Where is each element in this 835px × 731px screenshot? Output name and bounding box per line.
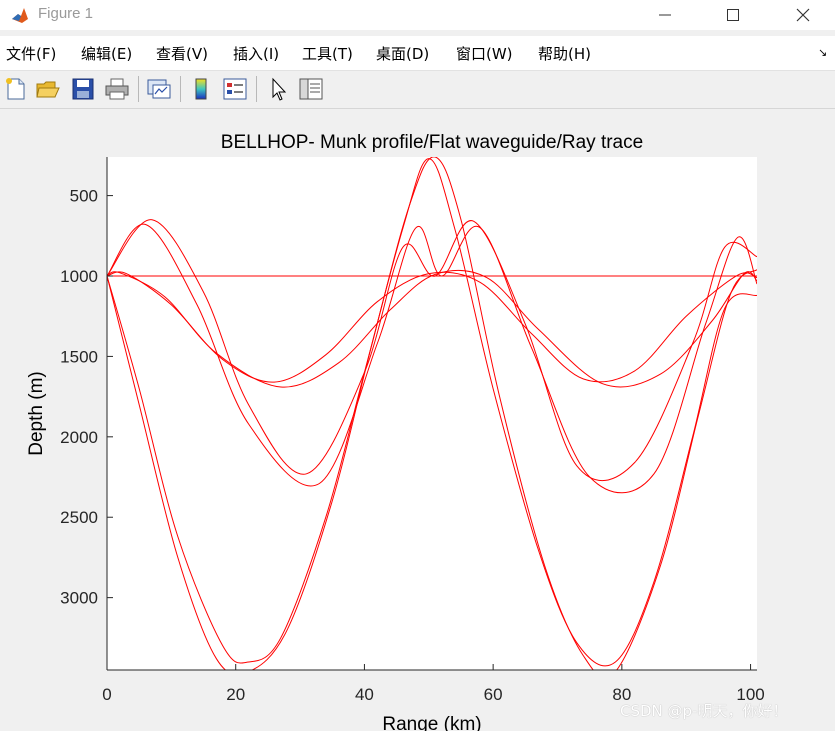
x-axis-label: Range (km) (382, 714, 481, 731)
maximize-button[interactable] (710, 0, 756, 30)
pointer-icon[interactable] (265, 76, 291, 102)
close-icon (796, 8, 810, 22)
menu-edit[interactable]: 编辑(E) (81, 43, 132, 64)
legend-icon[interactable] (222, 76, 248, 102)
link-plot-icon[interactable] (146, 76, 172, 102)
toolbar-separator (138, 76, 139, 102)
colorbar-icon[interactable] (188, 76, 214, 102)
menu-help[interactable]: 帮助(H) (538, 43, 591, 64)
menu-view[interactable]: 查看(V) (156, 43, 208, 64)
menu-desktop[interactable]: 桌面(D) (376, 43, 429, 64)
y-axis-label: Depth (m) (26, 371, 47, 455)
y-tick-label: 2000 (60, 428, 98, 447)
toolbar-separator (256, 76, 257, 102)
y-tick-label: 1500 (60, 347, 98, 366)
x-tick-label: 0 (102, 685, 111, 704)
property-inspector-icon[interactable] (298, 76, 324, 102)
minimize-icon (659, 14, 671, 16)
x-tick-label: 20 (226, 685, 245, 704)
window-title: Figure 1 (38, 5, 94, 22)
x-tick-label: 60 (484, 685, 503, 704)
menu-insert[interactable]: 插入(I) (233, 43, 279, 64)
close-button[interactable] (780, 0, 826, 30)
axes-background (107, 157, 757, 670)
toolbar-separator (180, 76, 181, 102)
x-tick-label: 40 (355, 685, 374, 704)
y-tick-label: 3000 (60, 589, 98, 608)
chart-title: BELLHOP- Munk profile/Flat waveguide/Ray… (221, 132, 643, 153)
open-file-icon[interactable] (35, 76, 61, 102)
menu-tools[interactable]: 工具(T) (302, 43, 353, 64)
y-tick-label: 2500 (60, 508, 98, 527)
y-tick-label: 1000 (60, 267, 98, 286)
ray-trace-plot[interactable]: 0 20 40 60 80 10050010001500200025003000 BELL… (0, 109, 835, 731)
maximize-icon (727, 9, 739, 21)
menu-window[interactable]: 窗口(W) (456, 43, 513, 64)
figure-toolbar (0, 71, 835, 109)
save-icon[interactable] (70, 76, 96, 102)
print-icon[interactable] (104, 76, 130, 102)
menu-bar: 文件(F) 编辑(E) 查看(V) 插入(I) 工具(T) 桌面(D) 窗口(W… (0, 36, 835, 71)
window-titlebar: Figure 1 (0, 0, 835, 30)
new-figure-icon[interactable] (3, 76, 29, 102)
csdn-watermark: CSDN @p-明天，你好！ (620, 702, 788, 720)
dock-arrow-icon[interactable]: ↘ (818, 46, 827, 59)
figure-canvas: 0 20 40 60 80 100 500 1000 1500 2000 2500 3000 BELL… (0, 109, 835, 731)
menu-file[interactable]: 文件(F) (6, 43, 56, 64)
minimize-button[interactable] (642, 0, 688, 30)
matlab-app-icon (11, 6, 29, 24)
y-tick-label: 500 (70, 187, 98, 206)
